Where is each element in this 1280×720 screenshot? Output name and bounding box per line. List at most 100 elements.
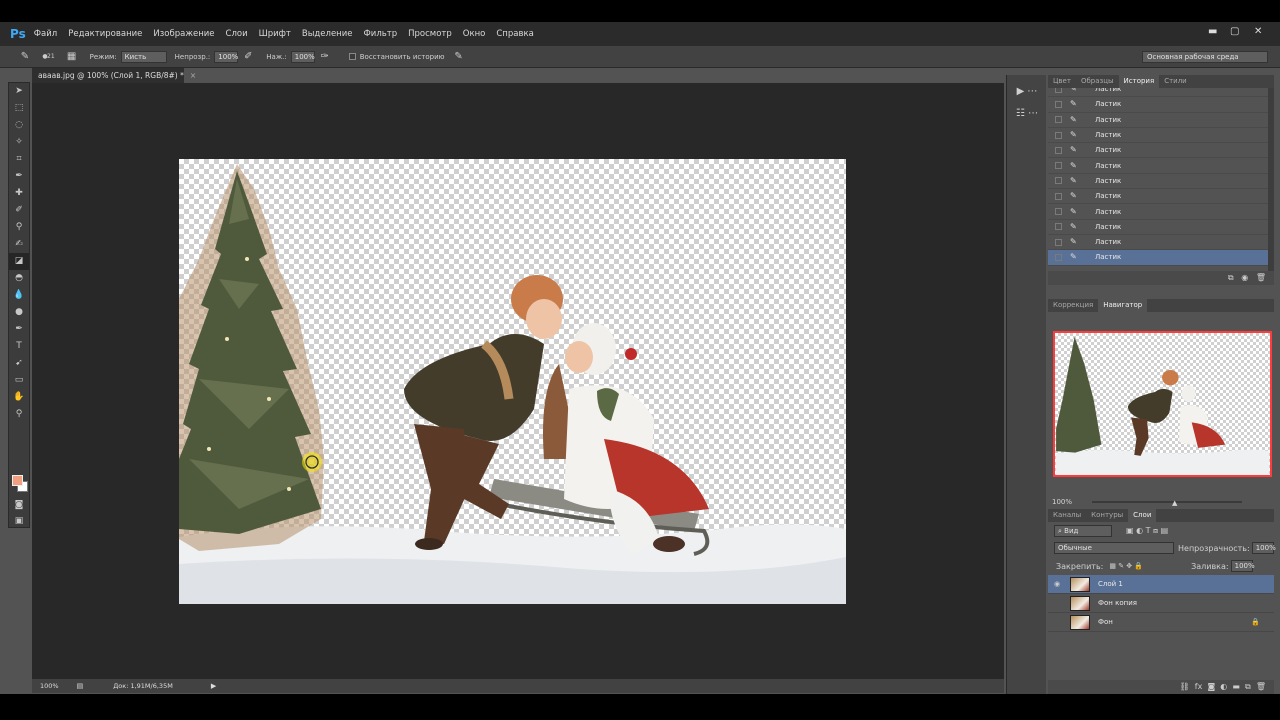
eyedropper-tool-icon[interactable]: ✒: [9, 168, 29, 185]
eraser-tool-icon[interactable]: ◪: [9, 253, 29, 270]
history-source-checkbox[interactable]: [1055, 177, 1062, 185]
workspace-select[interactable]: Основная рабочая среда: [1142, 51, 1268, 63]
crop-tool-icon[interactable]: ⌗: [9, 151, 29, 168]
history-state[interactable]: ✎ Ластик: [1048, 143, 1274, 159]
menu-layers[interactable]: Слои: [226, 29, 248, 39]
layer-name[interactable]: Фон копия: [1098, 599, 1137, 607]
tab-channels[interactable]: Каналы: [1048, 509, 1086, 522]
tab-paths[interactable]: Контуры: [1086, 509, 1128, 522]
history-state[interactable]: ✎ Ластик: [1048, 250, 1274, 266]
delete-layer-icon[interactable]: 🗑: [1256, 682, 1266, 691]
menu-file[interactable]: Файл: [34, 29, 57, 39]
status-arrow-icon[interactable]: ▶: [211, 682, 216, 690]
tab-color[interactable]: Цвет: [1048, 75, 1076, 88]
navigator-zoom-slider[interactable]: [1092, 501, 1242, 503]
history-state[interactable]: ✎ Ластик: [1048, 204, 1274, 220]
mode-select[interactable]: Кисть: [120, 50, 167, 63]
marquee-tool-icon[interactable]: ⬚: [9, 100, 29, 117]
document-tab[interactable]: аваав.jpg @ 100% (Слой 1, RGB/8#) * ×: [32, 68, 196, 83]
layer-filter-icons[interactable]: ▣ ◐ T ⧈ ▤: [1126, 526, 1168, 536]
history-source-checkbox[interactable]: [1055, 208, 1062, 216]
opacity-input[interactable]: 100%: [214, 50, 238, 63]
tab-styles[interactable]: Стили: [1159, 75, 1192, 88]
menu-help[interactable]: Справка: [496, 29, 533, 39]
layer-row[interactable]: Фон 🔒: [1048, 613, 1274, 632]
link-layers-icon[interactable]: ⛓: [1180, 682, 1190, 691]
menu-window[interactable]: Окно: [463, 29, 486, 39]
history-state[interactable]: ✎ Ластик: [1048, 158, 1274, 174]
zoom-level[interactable]: 100%: [40, 682, 59, 690]
new-layer-icon[interactable]: ⧉: [1245, 682, 1251, 691]
fill-input[interactable]: 100%: [1230, 560, 1255, 572]
pen-tool-icon[interactable]: ✒: [9, 321, 29, 338]
layer-name[interactable]: Фон: [1098, 618, 1113, 626]
healing-brush-tool-icon[interactable]: ✚: [9, 185, 29, 202]
history-source-checkbox[interactable]: [1055, 238, 1062, 246]
history-state[interactable]: ✎ Ластик: [1048, 88, 1274, 98]
tab-swatches[interactable]: Образцы: [1076, 75, 1119, 88]
menu-view[interactable]: Просмотр: [408, 29, 452, 39]
menu-image[interactable]: Изображение: [153, 29, 214, 39]
history-source-checkbox[interactable]: [1055, 116, 1062, 124]
tab-navigator[interactable]: Навигатор: [1098, 299, 1148, 312]
history-state[interactable]: ✎ Ластик: [1048, 97, 1274, 113]
history-source-checkbox[interactable]: [1055, 131, 1062, 139]
actions-icon[interactable]: ▶ ⋯: [1012, 83, 1042, 101]
brush-panel-icon[interactable]: ▦: [65, 50, 79, 64]
foreground-color-swatch[interactable]: [12, 475, 23, 486]
lock-icons[interactable]: ▦ ✎ ✥ 🔒: [1109, 562, 1143, 570]
history-state[interactable]: ✎ Ластик: [1048, 189, 1274, 205]
history-scrollbar[interactable]: [1268, 88, 1274, 271]
document-canvas[interactable]: [179, 159, 846, 604]
brush-tool-icon[interactable]: ✐: [9, 202, 29, 219]
history-state[interactable]: ✎ Ластик: [1048, 113, 1274, 128]
gradient-tool-icon[interactable]: ◓: [9, 270, 29, 287]
screen-mode-icon[interactable]: ▣: [9, 513, 29, 530]
blend-mode-select[interactable]: Обычные: [1054, 542, 1174, 554]
history-source-checkbox[interactable]: [1055, 146, 1062, 154]
history-source-checkbox[interactable]: [1055, 192, 1062, 200]
zoom-tool-icon[interactable]: ⚲: [9, 406, 29, 423]
menu-edit[interactable]: Редактирование: [68, 29, 142, 39]
magic-wand-tool-icon[interactable]: ✧: [9, 134, 29, 151]
navigator-preview[interactable]: [1053, 331, 1272, 477]
history-state[interactable]: ✎ Ластик: [1048, 235, 1274, 251]
minimize-icon[interactable]: ▬: [1208, 26, 1217, 37]
opacity-pressure-icon[interactable]: ✐: [241, 50, 255, 64]
menu-select[interactable]: Выделение: [302, 29, 353, 39]
layer-row[interactable]: ◉ Слой 1: [1048, 575, 1274, 594]
layer-name[interactable]: Слой 1: [1098, 580, 1123, 588]
quick-mask-icon[interactable]: ◙: [9, 497, 29, 514]
status-menu-icon[interactable]: ▤: [77, 682, 84, 690]
history-source-checkbox[interactable]: [1055, 253, 1062, 261]
layer-row[interactable]: Фон копия: [1048, 594, 1274, 613]
menu-type[interactable]: Шрифт: [259, 29, 291, 39]
rectangle-tool-icon[interactable]: ▭: [9, 372, 29, 389]
lasso-tool-icon[interactable]: ◌: [9, 117, 29, 134]
properties-icon[interactable]: ☷ ⋯: [1012, 105, 1042, 123]
tablet-pressure-icon[interactable]: ✎: [452, 50, 466, 64]
tab-history[interactable]: История: [1118, 75, 1160, 88]
adjustment-layer-icon[interactable]: ◐: [1220, 682, 1227, 691]
tab-adjustments[interactable]: Коррекция: [1048, 299, 1098, 312]
history-brush-tool-icon[interactable]: ✍: [9, 236, 29, 253]
visibility-eye-icon[interactable]: ◉: [1048, 580, 1066, 588]
add-mask-icon[interactable]: ◙: [1207, 682, 1215, 691]
menu-filter[interactable]: Фильтр: [363, 29, 397, 39]
history-source-checkbox[interactable]: [1055, 223, 1062, 231]
history-source-checkbox[interactable]: [1055, 162, 1062, 170]
layer-opacity-input[interactable]: 100%: [1251, 542, 1276, 554]
history-state[interactable]: ✎ Ластик: [1048, 220, 1274, 235]
new-document-from-state-icon[interactable]: ⧉: [1228, 273, 1234, 282]
hand-tool-icon[interactable]: ✋: [9, 389, 29, 406]
navigator-zoom-value[interactable]: 100%: [1052, 498, 1072, 506]
blur-tool-icon[interactable]: 💧: [9, 287, 29, 304]
close-tab-icon[interactable]: ×: [190, 71, 196, 80]
tab-layers[interactable]: Слои: [1128, 509, 1157, 522]
clone-stamp-tool-icon[interactable]: ⚲: [9, 219, 29, 236]
history-source-checkbox[interactable]: [1055, 88, 1062, 93]
new-group-icon[interactable]: ▬: [1232, 682, 1240, 691]
history-source-checkbox[interactable]: [1055, 100, 1062, 108]
path-selection-tool-icon[interactable]: ➹: [9, 355, 29, 372]
new-snapshot-icon[interactable]: ◉: [1241, 273, 1248, 282]
